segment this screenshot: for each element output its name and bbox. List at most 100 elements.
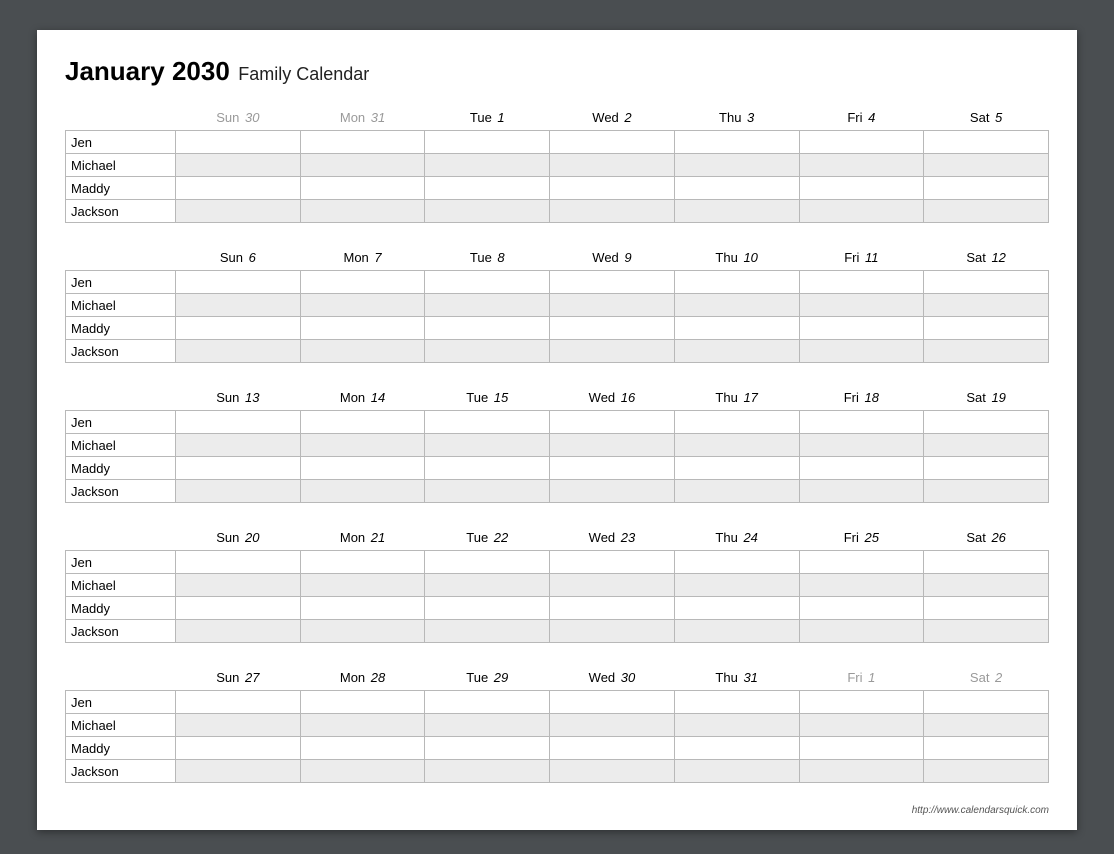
day-header-row: Sun 30Mon 31Tue 1Wed 2Thu 3Fri 4Sat 5 [66,105,1049,131]
day-number: 4 [865,110,876,125]
member-row: Jen [66,551,1049,574]
day-number: 16 [617,390,635,405]
calendar-cell [550,457,675,480]
calendar-cell [799,154,924,177]
member-row: Michael [66,434,1049,457]
calendar-cell [674,457,799,480]
week-block: Sun 6Mon 7Tue 8Wed 9Thu 10Fri 11Sat 12Je… [65,245,1049,363]
calendar-cell [924,294,1049,317]
calendar-cell [550,480,675,503]
day-header: Mon 7 [300,245,425,271]
calendar-cell [176,760,301,783]
calendar-cell [176,574,301,597]
calendar-cell [799,317,924,340]
member-name-cell: Jackson [66,340,176,363]
day-header: Mon 14 [300,385,425,411]
member-name-cell: Maddy [66,317,176,340]
calendar-cell [300,597,425,620]
day-header: Mon 31 [300,105,425,131]
day-name: Thu [715,530,737,545]
day-header: Sun 20 [176,525,301,551]
calendar-cell [799,691,924,714]
calendar-cell [300,294,425,317]
day-number: 11 [861,250,878,265]
calendar-cell [799,574,924,597]
calendar-cell [550,737,675,760]
calendar-cell [300,200,425,223]
member-name-cell: Maddy [66,737,176,760]
footer-link: http://www.calendarsquick.com [65,805,1049,816]
day-name: Sun [216,530,239,545]
member-name-cell: Michael [66,434,176,457]
member-row: Michael [66,154,1049,177]
day-header: Sat 12 [924,245,1049,271]
member-row: Michael [66,294,1049,317]
member-name-cell: Jen [66,271,176,294]
day-name: Wed [592,110,619,125]
day-name: Sat [966,390,986,405]
calendar-cell [550,574,675,597]
name-column-header [66,665,176,691]
calendar-cell [799,294,924,317]
calendar-cell [425,271,550,294]
calendar-cell [425,131,550,154]
day-number: 17 [740,390,758,405]
day-name: Wed [592,250,619,265]
day-number: 3 [743,110,754,125]
calendar-cell [425,411,550,434]
member-row: Jen [66,271,1049,294]
calendar-cell [425,457,550,480]
member-row: Maddy [66,177,1049,200]
day-header: Sat 19 [924,385,1049,411]
calendar-cell [300,691,425,714]
day-name: Tue [466,390,488,405]
day-number: 24 [740,530,758,545]
calendar-cell [176,317,301,340]
calendar-cell [550,620,675,643]
calendar-cell [799,411,924,434]
calendar-cell [176,200,301,223]
member-row: Jen [66,131,1049,154]
day-number: 15 [490,390,508,405]
calendar-cell [674,294,799,317]
calendar-cell [550,271,675,294]
calendar-cell [674,411,799,434]
calendar-cell [674,737,799,760]
calendar-cell [550,294,675,317]
page-title: January 2030 Family Calendar [65,56,1049,87]
member-name-cell: Jackson [66,200,176,223]
day-header: Fri 25 [799,525,924,551]
day-name: Wed [589,390,616,405]
day-number: 21 [367,530,385,545]
calendar-cell [176,411,301,434]
day-header: Fri 18 [799,385,924,411]
day-header: Tue 8 [425,245,550,271]
week-block: Sun 27Mon 28Tue 29Wed 30Thu 31Fri 1Sat 2… [65,665,1049,783]
week-table: Sun 30Mon 31Tue 1Wed 2Thu 3Fri 4Sat 5Jen… [65,105,1049,223]
day-header: Sun 27 [176,665,301,691]
calendar-cell [799,177,924,200]
calendar-cell [924,177,1049,200]
day-header: Tue 15 [425,385,550,411]
member-name-cell: Michael [66,574,176,597]
name-column-header [66,385,176,411]
day-header: Thu 17 [674,385,799,411]
day-number: 28 [367,670,385,685]
week-block: Sun 20Mon 21Tue 22Wed 23Thu 24Fri 25Sat … [65,525,1049,643]
calendar-cell [425,294,550,317]
day-number: 1 [865,670,876,685]
calendar-cell [924,154,1049,177]
calendar-cell [674,177,799,200]
calendar-cell [674,434,799,457]
calendar-cell [924,271,1049,294]
calendar-cell [176,597,301,620]
member-name-cell: Michael [66,154,176,177]
day-header: Wed 23 [550,525,675,551]
calendar-cell [674,154,799,177]
member-row: Michael [66,714,1049,737]
day-name: Fri [847,670,862,685]
calendar-cell [799,597,924,620]
calendar-cell [674,317,799,340]
calendar-cell [425,691,550,714]
member-row: Jen [66,411,1049,434]
